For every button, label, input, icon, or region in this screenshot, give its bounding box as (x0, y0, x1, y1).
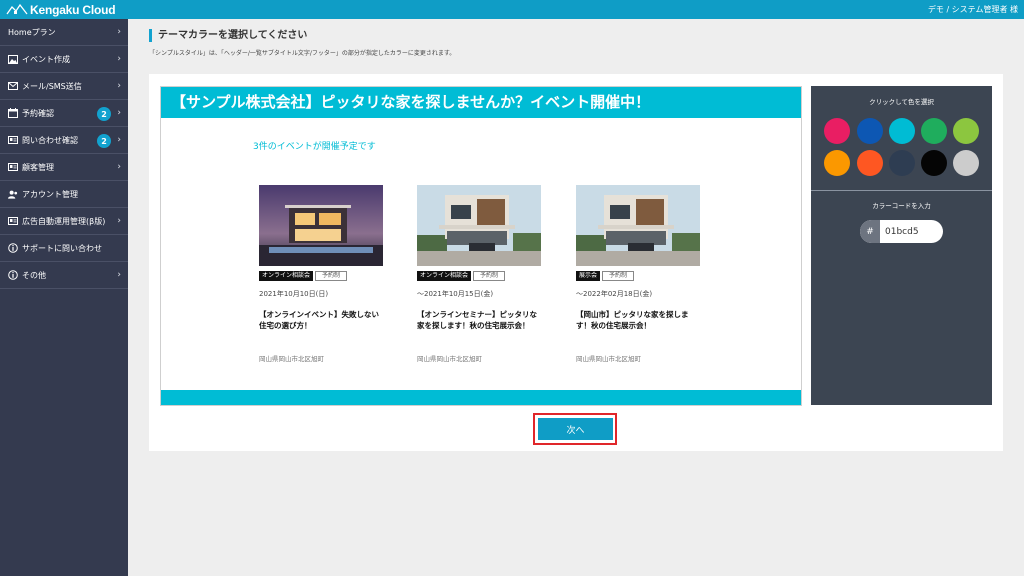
reservation-tag: 予約制 (315, 271, 348, 281)
next-button[interactable]: 次へ (538, 418, 613, 440)
sidebar-item-customers[interactable]: 顧客管理 › (0, 154, 128, 181)
sidebar-item-accounts[interactable]: アカウント管理 (0, 181, 128, 208)
mail-icon (8, 81, 18, 91)
event-date: 2021年10月10日(日) (259, 290, 329, 298)
chevron-right-icon: › (117, 135, 121, 145)
sidebar-item-reservations[interactable]: 予約確認 2 › (0, 100, 128, 127)
chevron-right-icon: › (117, 54, 121, 64)
color-swatch-blue[interactable] (857, 118, 883, 144)
preview-header: 【サンプル株式会社】ピッタリな家を探しませんか？イベント開催中！ (161, 87, 801, 118)
sidebar-item-home-plan[interactable]: Homeプラン › (0, 19, 128, 46)
sidebar-item-label: 問い合わせ確認 (22, 135, 78, 145)
event-thumbnail (259, 185, 383, 266)
logo[interactable]: Kengaku Cloud (6, 0, 116, 19)
color-swatch-lime[interactable] (953, 118, 979, 144)
sidebar-item-label: 広告自動運用管理(β版) (22, 216, 106, 226)
house-logo-icon (6, 0, 28, 19)
id-card-icon (8, 135, 18, 145)
sidebar-item-label: メール/SMS送信 (22, 81, 82, 91)
event-location: 岡山県岡山市北区旭町 (576, 355, 641, 363)
event-date: ～2022年02月18日(金) (576, 290, 653, 298)
color-code-field[interactable]: # 01bcd5 (860, 220, 943, 243)
color-swatch-pink[interactable] (824, 118, 850, 144)
color-swatch-gray[interactable] (953, 150, 979, 176)
event-location: 岡山県岡山市北区旭町 (259, 355, 324, 363)
preview-subtitle: 3件のイベントが開催予定です (253, 142, 376, 152)
theme-preview: 【サンプル株式会社】ピッタリな家を探しませんか？イベント開催中！ 3件のイベント… (160, 86, 802, 406)
preview-footer (161, 390, 801, 405)
color-swatch-orange[interactable] (824, 150, 850, 176)
sidebar-item-event-create[interactable]: イベント作成 › (0, 46, 128, 73)
chevron-right-icon: › (117, 216, 121, 226)
sidebar-item-other[interactable]: その他 › (0, 262, 128, 289)
color-picker-title: クリックして色を選択 (869, 98, 934, 106)
sidebar-item-inquiries[interactable]: 問い合わせ確認 2 › (0, 127, 128, 154)
event-thumbnail (417, 185, 541, 266)
event-thumbnail (576, 185, 700, 266)
color-picker-panel: クリックして色を選択 カラーコードを入力 # 01bcd5 (811, 86, 992, 405)
reservation-tag: 予約制 (602, 271, 635, 281)
notification-badge: 2 (97, 107, 111, 121)
id-card-icon (8, 216, 18, 226)
sidebar-item-label: その他 (22, 270, 46, 280)
logo-text: Kengaku Cloud (30, 2, 116, 17)
info-icon (8, 243, 18, 253)
chevron-right-icon: › (117, 81, 121, 91)
sidebar-item-label: 予約確認 (22, 108, 54, 118)
event-title: 【オンラインセミナー】ピッタリな家を探します！秋の住宅展示会！ (417, 310, 537, 330)
color-swatch-green[interactable] (921, 118, 947, 144)
event-category-tag: 展示会 (576, 271, 601, 281)
chevron-right-icon: › (117, 108, 121, 118)
sidebar-item-label: Homeプラン (8, 27, 56, 37)
notification-badge: 2 (97, 134, 111, 148)
hash-prefix: # (860, 220, 880, 243)
color-swatch-navy[interactable] (889, 150, 915, 176)
id-card-icon (8, 162, 18, 172)
users-icon (8, 189, 18, 199)
sidebar-item-support[interactable]: サポートに問い合わせ (0, 235, 128, 262)
chevron-right-icon: › (117, 27, 121, 37)
sidebar-item-label: サポートに問い合わせ (22, 243, 102, 253)
page-description: 「シンプルスタイル」は、「ヘッダー/一覧サブタイトル文字/フッター」の部分が指定… (149, 50, 456, 57)
page-title: テーマカラーを選択してください (149, 29, 307, 42)
event-category-tag: オンライン相談会 (417, 271, 472, 281)
color-swatch-black[interactable] (921, 150, 947, 176)
info-icon (8, 270, 18, 280)
panel-divider (811, 190, 992, 191)
event-card: オンライン相談会 予約制 2021年10月10日(日) 【オンラインイベント】失… (259, 185, 383, 363)
event-category-tag: オンライン相談会 (259, 271, 314, 281)
user-name[interactable]: デモ / システム管理者 様 (928, 4, 1018, 15)
event-title: 【オンラインイベント】失敗しない住宅の選び方！ (259, 310, 379, 330)
sidebar: Homeプラン › イベント作成 › メール/SMS送信 › 予約確認 2 › … (0, 19, 128, 576)
chevron-right-icon: › (117, 162, 121, 172)
color-swatch-red-orange[interactable] (857, 150, 883, 176)
image-icon (8, 54, 18, 64)
sidebar-item-label: アカウント管理 (22, 189, 78, 199)
event-title: 【岡山市】ピッタリな家を探します！秋の住宅展示会！ (576, 310, 689, 330)
event-date: ～2021年10月15日(金) (417, 290, 494, 298)
sidebar-item-label: 顧客管理 (22, 162, 54, 172)
sidebar-item-mail-sms[interactable]: メール/SMS送信 › (0, 73, 128, 100)
event-location: 岡山県岡山市北区旭町 (417, 355, 482, 363)
reservation-tag: 予約制 (473, 271, 506, 281)
top-bar: Kengaku Cloud デモ / システム管理者 様 (0, 0, 1024, 19)
sidebar-item-label: イベント作成 (22, 54, 70, 64)
color-code-input[interactable]: 01bcd5 (880, 220, 943, 243)
event-card: オンライン相談会 予約制 ～2021年10月15日(金) 【オンラインセミナー】… (417, 185, 541, 363)
sidebar-item-ads-management[interactable]: 広告自動運用管理(β版) › (0, 208, 128, 235)
color-code-title: カラーコードを入力 (872, 202, 931, 210)
color-swatch-cyan[interactable] (889, 118, 915, 144)
calendar-icon (8, 108, 18, 118)
event-card: 展示会 予約制 ～2022年02月18日(金) 【岡山市】ピッタリな家を探します… (576, 185, 700, 363)
chevron-right-icon: › (117, 270, 121, 280)
